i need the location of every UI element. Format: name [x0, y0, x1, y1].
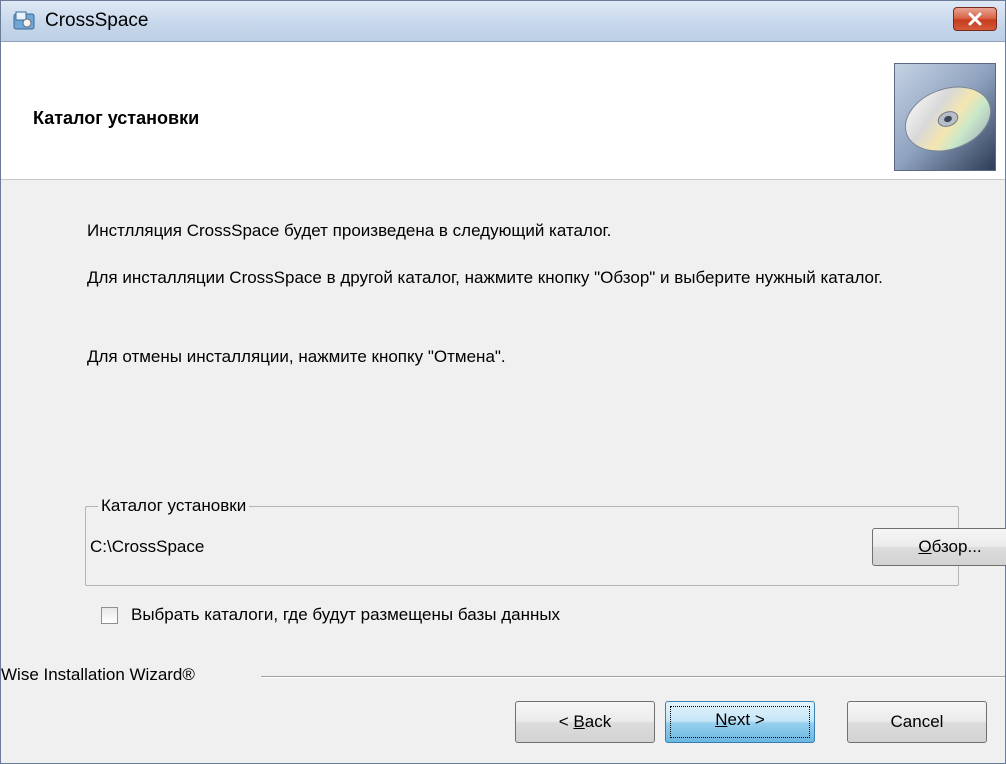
intro-text: Инстлляция CrossSpace будет произведена … — [87, 221, 612, 240]
select-db-dirs-label[interactable]: Выбрать каталоги, где будут размещены ба… — [131, 605, 560, 625]
destination-group-label: Каталог установки — [98, 495, 250, 517]
browse-button[interactable]: Обзор... — [872, 528, 1006, 566]
select-db-dirs-checkbox[interactable] — [101, 607, 118, 624]
browse-label: бзор... — [931, 537, 982, 556]
back-label: ack — [584, 712, 612, 731]
wizard-header: Каталог установки — [1, 42, 1005, 180]
wise-brand-label: Wise Installation Wizard® — [1, 665, 195, 685]
next-button[interactable]: Next > — [665, 701, 815, 743]
installer-app-icon — [13, 11, 35, 30]
close-icon — [968, 12, 982, 26]
destination-path: C:\CrossSpace — [90, 537, 205, 556]
cancel-button[interactable]: Cancel — [847, 701, 987, 743]
cd-disc-icon — [894, 63, 996, 171]
window-title: CrossSpace — [45, 10, 149, 31]
destination-folder-group: Каталог установки C:\CrossSpace Обзор... — [85, 495, 1006, 586]
focus-rectangle — [670, 706, 810, 738]
back-button[interactable]: < Back — [515, 701, 655, 743]
back-mnemonic: B — [573, 712, 585, 731]
browse-mnemonic: О — [918, 537, 932, 556]
cancel-instructions-text: Для отмены инсталляции, нажмите кнопку "… — [87, 347, 506, 366]
page-heading: Каталог установки — [33, 108, 200, 128]
installer-window: CrossSpace Каталог установки Инстлляция … — [0, 0, 1006, 764]
footer-divider — [261, 676, 1005, 678]
title-bar[interactable]: CrossSpace — [1, 1, 1005, 42]
back-prefix: < — [558, 712, 574, 731]
close-button[interactable] — [953, 7, 997, 31]
browse-instructions-text: Для инсталляции CrossSpace в другой ката… — [87, 268, 883, 287]
